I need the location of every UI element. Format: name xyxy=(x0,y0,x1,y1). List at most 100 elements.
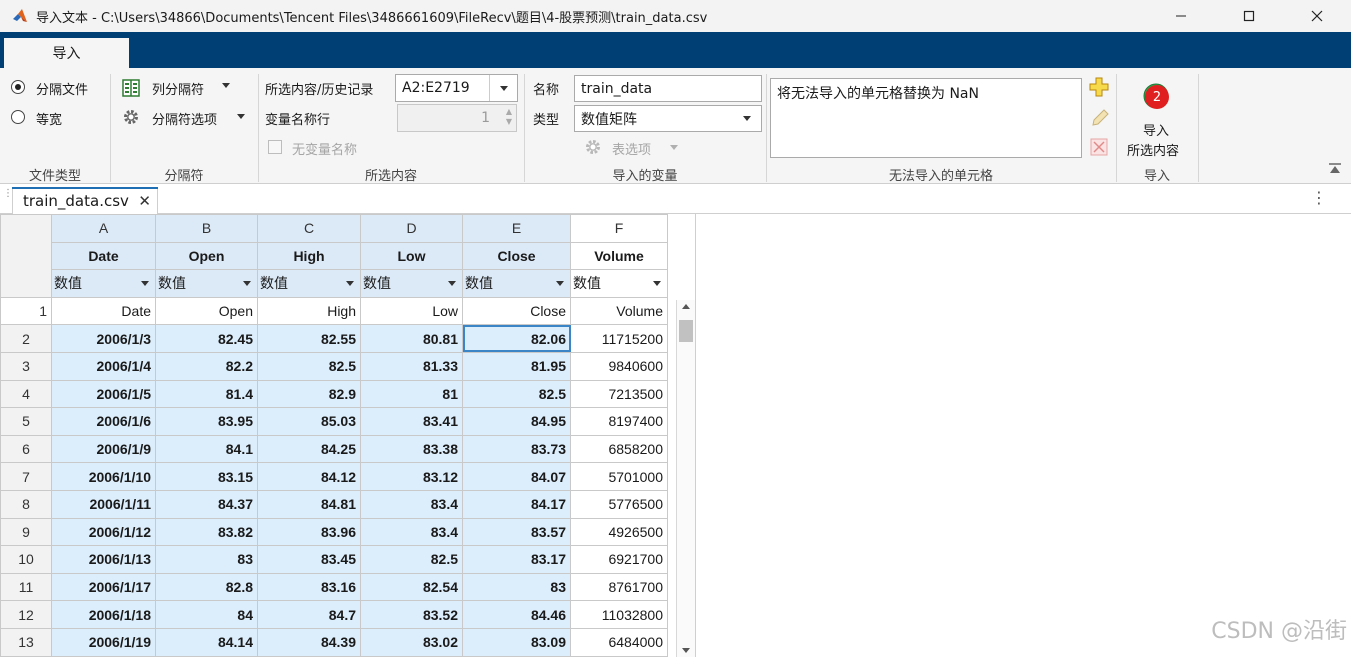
table-cell[interactable]: 83.17 xyxy=(462,545,571,574)
vertical-scrollbar[interactable] xyxy=(676,300,695,657)
scroll-down-icon[interactable] xyxy=(682,648,690,653)
table-cell[interactable]: 6484000 xyxy=(570,627,668,657)
table-cell[interactable]: 8197400 xyxy=(570,407,668,436)
unimportable-rule[interactable]: 将无法导入的单元格替换为 NaN xyxy=(777,86,979,102)
var-names-row-spinner[interactable]: 1 ▲ ▼ xyxy=(397,104,517,132)
column-variable-name[interactable]: Low xyxy=(360,241,463,271)
row-number[interactable]: 12 xyxy=(0,600,52,629)
column-letter[interactable]: E xyxy=(462,214,571,243)
table-cell[interactable]: 9840600 xyxy=(570,351,668,381)
table-cell[interactable]: 2006/1/19 xyxy=(51,627,156,657)
delimited-label[interactable]: 分隔文件 xyxy=(36,79,88,98)
table-cell[interactable]: High xyxy=(257,296,361,326)
table-cell[interactable]: 83 xyxy=(462,572,571,602)
column-delimiter-dropdown[interactable]: 列分隔符 xyxy=(122,77,242,99)
range-combobox[interactable]: A2:E2719 xyxy=(395,74,518,102)
table-cell[interactable]: 84.07 xyxy=(462,462,571,491)
row-number[interactable]: 9 xyxy=(0,517,52,547)
close-window-button[interactable] xyxy=(1283,0,1351,32)
table-cell[interactable]: 83.82 xyxy=(155,517,258,547)
column-letter[interactable]: B xyxy=(155,214,258,243)
unimportable-rules-list[interactable]: 将无法导入的单元格替换为 NaN xyxy=(770,78,1082,158)
tab-import[interactable]: 导入 xyxy=(4,38,129,68)
table-cell[interactable]: 82.5 xyxy=(360,545,463,574)
table-cell[interactable]: 85.03 xyxy=(257,407,361,436)
delimited-radio[interactable] xyxy=(11,80,25,94)
row-number[interactable]: 3 xyxy=(0,351,52,381)
column-variable-name[interactable]: Close xyxy=(462,241,571,271)
table-cell[interactable]: 81.33 xyxy=(360,351,463,381)
column-letter[interactable]: C xyxy=(257,214,361,243)
table-cell[interactable]: Open xyxy=(155,296,258,326)
more-options-icon[interactable]: ⋮ xyxy=(1311,188,1327,207)
column-letter[interactable]: D xyxy=(360,214,463,243)
row-number[interactable]: 2 xyxy=(0,324,52,353)
table-cell[interactable]: 82.2 xyxy=(155,351,258,381)
column-letter[interactable]: A xyxy=(51,214,156,243)
table-cell[interactable]: 83.12 xyxy=(360,462,463,491)
delimiter-options-dropdown[interactable]: 分隔符选项 xyxy=(122,107,252,129)
table-cell[interactable]: 2006/1/13 xyxy=(51,545,156,574)
table-cell[interactable]: 83.4 xyxy=(360,489,463,519)
column-type-dropdown[interactable]: 数值 xyxy=(570,269,668,298)
fixed-width-label[interactable]: 等宽 xyxy=(36,109,62,128)
minimize-button[interactable] xyxy=(1147,0,1215,32)
table-cell[interactable]: 83.38 xyxy=(360,434,463,464)
table-cell[interactable]: 82.45 xyxy=(155,324,258,353)
variable-name-input[interactable]: train_data xyxy=(574,75,762,102)
table-cell[interactable]: 81.95 xyxy=(462,351,571,381)
no-var-names-checkbox[interactable] xyxy=(268,140,282,154)
column-type-dropdown[interactable]: 数值 xyxy=(360,269,463,298)
add-rule-icon[interactable] xyxy=(1089,77,1109,97)
table-cell[interactable]: 82.5 xyxy=(257,351,361,381)
table-cell[interactable]: 7213500 xyxy=(570,379,668,409)
table-cell[interactable]: 6921700 xyxy=(570,545,668,574)
fixed-width-radio[interactable] xyxy=(11,110,25,124)
column-variable-name[interactable]: Open xyxy=(155,241,258,271)
range-dropdown-arrow[interactable] xyxy=(489,75,517,101)
table-cell[interactable]: 2006/1/18 xyxy=(51,600,156,629)
row-number[interactable]: 11 xyxy=(0,572,52,602)
collapse-ribbon-icon[interactable] xyxy=(1328,163,1342,175)
table-cell[interactable]: 83.52 xyxy=(360,600,463,629)
table-cell[interactable]: 2006/1/12 xyxy=(51,517,156,547)
table-cell[interactable]: 83.15 xyxy=(155,462,258,491)
table-cell[interactable]: 11032800 xyxy=(570,600,668,629)
table-cell[interactable]: 82.06 xyxy=(462,324,571,353)
table-cell[interactable]: 83 xyxy=(155,545,258,574)
row-number[interactable]: 4 xyxy=(0,379,52,409)
table-cell[interactable]: 84.46 xyxy=(462,600,571,629)
table-cell[interactable]: 5776500 xyxy=(570,489,668,519)
maximize-button[interactable] xyxy=(1215,0,1283,32)
data-preview-grid[interactable]: A B C D E F Date Open High Low Close Volume 数值 数值 数值 数值… xyxy=(0,214,696,657)
table-cell[interactable]: 83.16 xyxy=(257,572,361,602)
table-cell[interactable]: 84.1 xyxy=(155,434,258,464)
table-cell[interactable]: 84.17 xyxy=(462,489,571,519)
row-number[interactable]: 8 xyxy=(0,489,52,519)
column-type-dropdown[interactable]: 数值 xyxy=(155,269,258,298)
table-cell[interactable]: 2006/1/10 xyxy=(51,462,156,491)
table-cell[interactable]: 84.25 xyxy=(257,434,361,464)
row-number[interactable]: 7 xyxy=(0,462,52,491)
table-cell[interactable]: 84 xyxy=(155,600,258,629)
table-cell[interactable]: 83.09 xyxy=(462,627,571,657)
table-cell[interactable]: 4926500 xyxy=(570,517,668,547)
table-cell[interactable]: 2006/1/9 xyxy=(51,434,156,464)
table-options-dropdown[interactable]: 表选项 xyxy=(584,137,684,159)
table-cell[interactable]: 83.73 xyxy=(462,434,571,464)
row-number[interactable]: 10 xyxy=(0,545,52,574)
table-cell[interactable]: 2006/1/3 xyxy=(51,324,156,353)
column-variable-name[interactable]: High xyxy=(257,241,361,271)
row-number[interactable]: 1 xyxy=(0,296,52,326)
table-cell[interactable]: 5701000 xyxy=(570,462,668,491)
table-cell[interactable]: 83.95 xyxy=(155,407,258,436)
column-variable-name[interactable]: Date xyxy=(51,241,156,271)
output-type-dropdown[interactable]: 数值矩阵 xyxy=(574,105,762,132)
table-cell[interactable]: 83.45 xyxy=(257,545,361,574)
table-cell[interactable]: 2006/1/4 xyxy=(51,351,156,381)
table-cell[interactable]: 83.41 xyxy=(360,407,463,436)
table-cell[interactable]: 82.54 xyxy=(360,572,463,602)
table-cell[interactable]: 82.8 xyxy=(155,572,258,602)
table-cell[interactable]: 2006/1/5 xyxy=(51,379,156,409)
column-type-dropdown[interactable]: 数值 xyxy=(51,269,156,298)
